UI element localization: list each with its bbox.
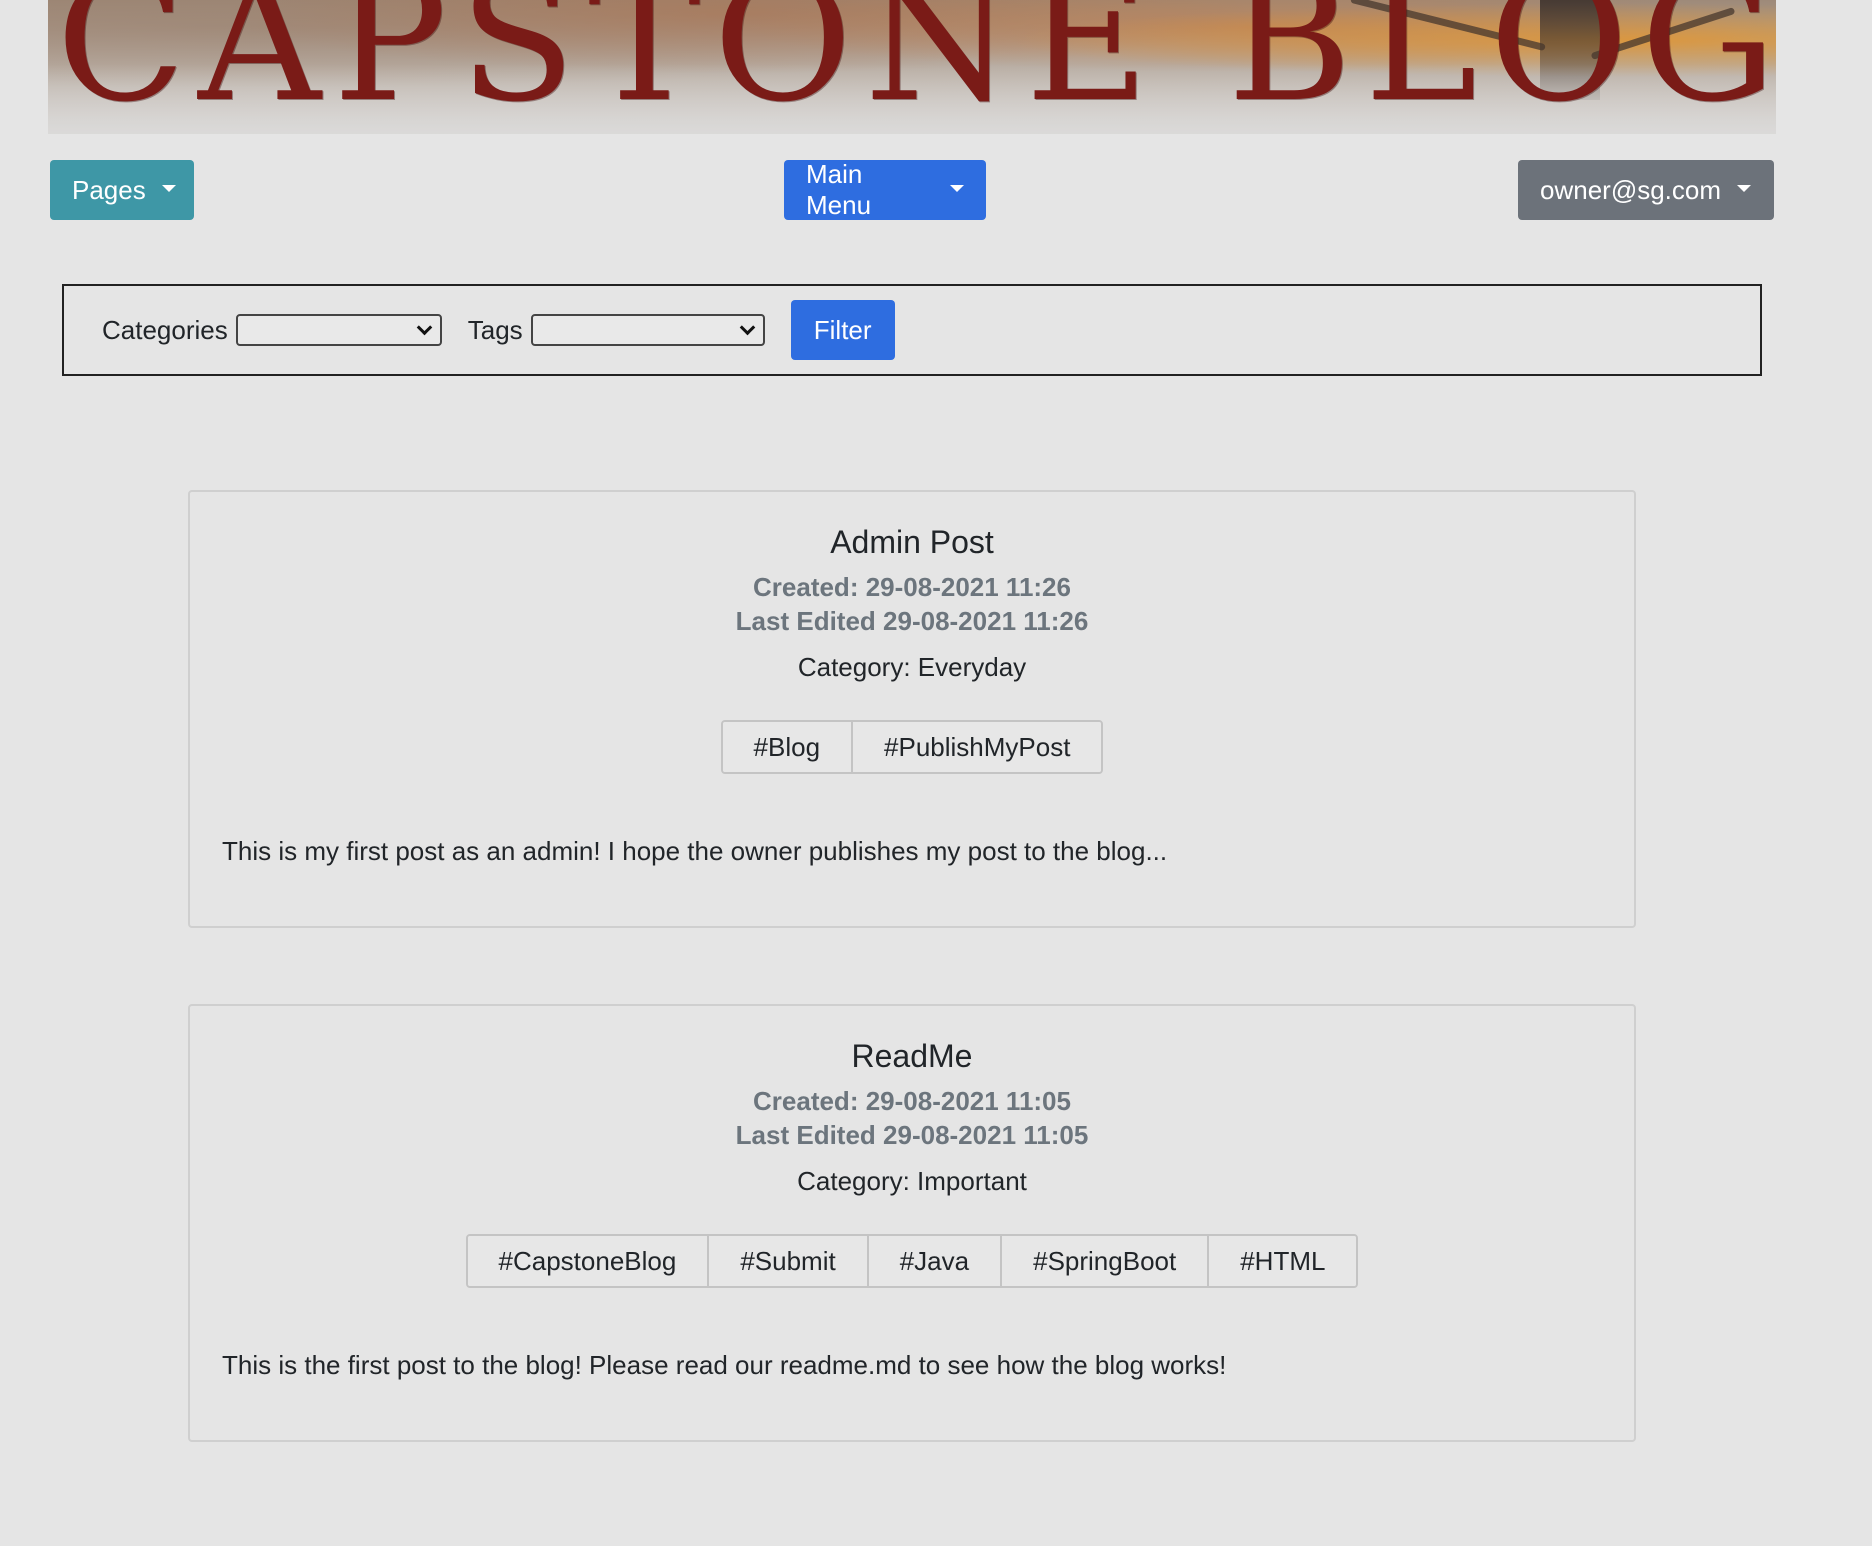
main-menu-dropdown-label: Main Menu — [806, 159, 872, 220]
tags-select[interactable] — [530, 314, 765, 346]
post-card: ReadMe Created: 29-08-2021 11:05 Last Ed… — [188, 1004, 1636, 1442]
post-excerpt: This is my first post as an admin! I hop… — [222, 836, 1168, 866]
tag-button[interactable]: #Submit — [707, 1236, 867, 1286]
pages-dropdown-label: Pages — [72, 174, 146, 205]
tag-button-group: #CapstoneBlog #Submit #Java #SpringBoot … — [465, 1234, 1359, 1288]
post-category: Category: Everyday — [797, 652, 1027, 682]
post-excerpt: This is the first post to the blog! Plea… — [222, 1350, 1227, 1380]
chevron-down-icon — [416, 319, 433, 336]
user-dropdown-button[interactable]: owner@sg.com — [1518, 160, 1774, 220]
tag-button[interactable]: #Java — [866, 1236, 1001, 1286]
post-tag-group: #CapstoneBlog #Submit #Java #SpringBoot … — [190, 1234, 1634, 1288]
categories-select[interactable] — [235, 314, 442, 346]
tags-label: Tags — [467, 314, 523, 345]
tag-button[interactable]: #SpringBoot — [1000, 1236, 1208, 1286]
categories-label: Categories — [102, 314, 228, 345]
tag-button[interactable]: #PublishMyPost — [851, 722, 1102, 772]
banner-title: CAPSTONE BLOG — [56, 0, 1776, 134]
user-dropdown-label: owner@sg.com — [1540, 174, 1722, 205]
tag-button[interactable]: #Blog — [722, 722, 852, 772]
pages-dropdown-button[interactable]: Pages — [50, 160, 194, 220]
header-banner: CAPSTONE BLOG — [48, 0, 1776, 134]
post-edited-date: Last Edited 29-08-2021 11:26 — [735, 606, 1089, 636]
tag-button-group: #Blog #PublishMyPost — [720, 720, 1104, 774]
chevron-down-icon — [739, 319, 755, 336]
post-edited-date: Last Edited 29-08-2021 11:05 — [735, 1120, 1089, 1150]
caret-down-icon — [161, 184, 176, 192]
post-created-date: Created: 29-08-2021 11:26 — [753, 572, 1071, 602]
post-title[interactable]: ReadMe — [190, 1038, 1634, 1075]
post-card: Admin Post Created: 29-08-2021 11:26 Las… — [188, 490, 1636, 928]
main-menu-dropdown-button[interactable]: Main Menu — [784, 159, 986, 220]
filter-form: Categories Tags Filter — [62, 284, 1762, 376]
caret-down-icon — [950, 184, 964, 192]
tag-button[interactable]: #CapstoneBlog — [467, 1236, 708, 1286]
caret-down-icon — [1737, 184, 1752, 192]
filter-button[interactable]: Filter — [790, 300, 895, 360]
tag-button[interactable]: #HTML — [1207, 1236, 1357, 1286]
post-category: Category: Important — [797, 1166, 1027, 1196]
post-created-date: Created: 29-08-2021 11:05 — [753, 1086, 1071, 1116]
post-title[interactable]: Admin Post — [190, 524, 1634, 561]
post-tag-group: #Blog #PublishMyPost — [190, 720, 1634, 774]
